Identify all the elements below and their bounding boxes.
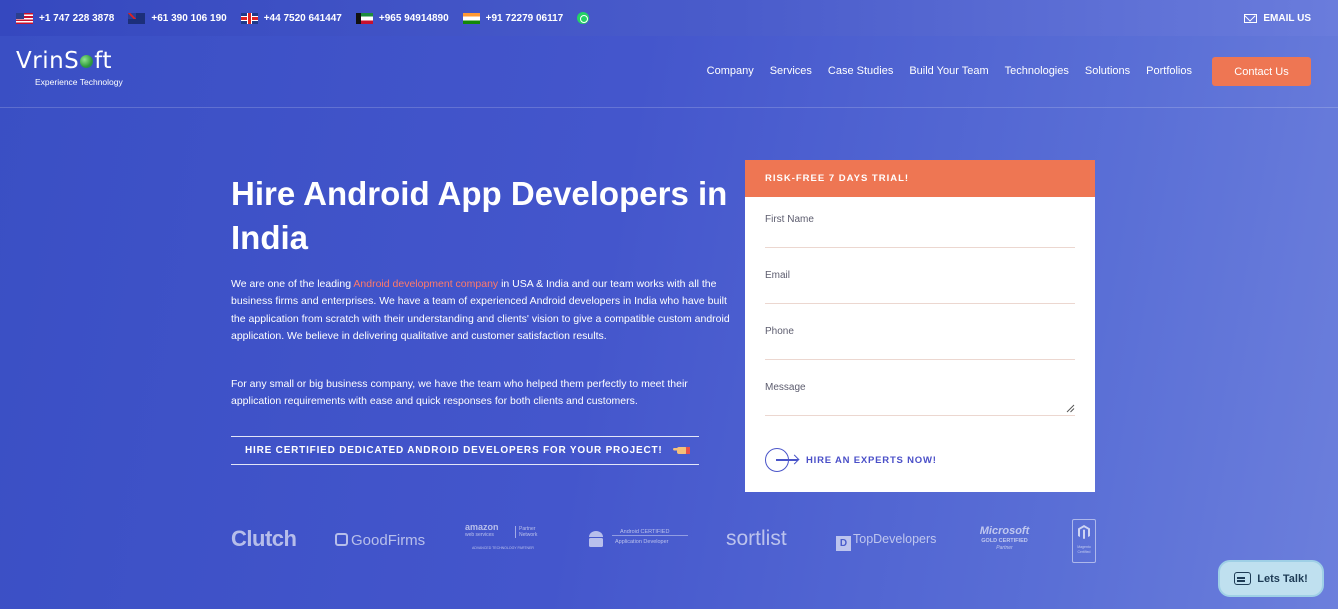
kw-flag-icon	[355, 12, 373, 24]
logo-wordmark: VrinS ft	[16, 48, 112, 74]
nav-build-your-team[interactable]: Build Your Team	[909, 65, 988, 77]
lets-talk-label: Lets Talk!	[1257, 572, 1308, 585]
phone-us-number: +1 747 228 3878	[39, 12, 115, 24]
site-logo[interactable]: VrinS ft Experience Technology	[16, 48, 136, 96]
sortlist-logo: sortlist	[726, 527, 787, 550]
lets-talk-chat-button[interactable]: Lets Talk!	[1218, 560, 1324, 597]
main-navbar: VrinS ft Experience Technology Company Se…	[0, 36, 1338, 108]
first-name-field[interactable]: First Name	[765, 212, 1075, 248]
magento-icon	[1078, 525, 1090, 539]
nav-solutions[interactable]: Solutions	[1085, 65, 1130, 77]
microsoft-gold-partner-logo: Microsoft GOLD CERTIFIED Partner	[979, 525, 1030, 551]
magento-certified-logo: Magento Certified	[1072, 519, 1096, 563]
globe-icon	[80, 55, 94, 68]
email-placeholder: Email	[765, 270, 791, 281]
hire-developers-cta[interactable]: HIRE CERTIFIED DEDICATED ANDROID DEVELOP…	[231, 436, 699, 465]
chat-bubble-icon	[1234, 572, 1252, 585]
hero-second-paragraph: For any small or big business company, w…	[231, 378, 688, 408]
android-robot-icon	[589, 531, 603, 547]
phone-field[interactable]: Phone	[765, 324, 1075, 360]
trial-form: RISK-FREE 7 DAYS TRIAL! First Name Email…	[745, 160, 1095, 492]
au-flag-icon	[128, 12, 146, 24]
nav-portfolios[interactable]: Portfolios	[1146, 65, 1192, 77]
contact-us-button[interactable]: Contact Us	[1212, 57, 1311, 86]
topdevelopers-logo: D TopDevelopers	[836, 532, 936, 551]
nav-menu: Company Services Case Studies Build Your…	[691, 36, 1192, 106]
nav-services[interactable]: Services	[770, 65, 812, 77]
phone-us[interactable]: +1 747 228 3878	[16, 12, 115, 24]
partner-logos: Clutch GoodFirms amazon web services Par…	[0, 515, 1338, 565]
hero-title: Hire Android App Developers in India	[231, 175, 728, 256]
nav-technologies[interactable]: Technologies	[1005, 65, 1069, 77]
phone-in[interactable]: +91 72279 06117	[462, 12, 564, 24]
topdevelopers-badge-icon: D	[836, 536, 851, 551]
hero-intro-paragraph: We are one of the leading Android develo…	[231, 278, 730, 342]
phone-uk[interactable]: +44 7520 641447	[240, 12, 342, 24]
logo-tagline: Experience Technology	[35, 77, 123, 87]
phone-placeholder: Phone	[765, 326, 794, 337]
mail-icon	[1244, 13, 1258, 23]
uk-flag-icon	[240, 12, 258, 24]
aws-partner-logo: amazon web services Partner Network ADVA…	[465, 522, 538, 551]
phone-in-number: +91 72279 06117	[485, 12, 564, 24]
trial-form-header: RISK-FREE 7 DAYS TRIAL!	[745, 160, 1095, 197]
goodfirms-badge-icon	[335, 533, 348, 546]
phone-au-number: +61 390 106 190	[151, 12, 227, 24]
hire-expert-submit-button[interactable]: HIRE AN EXPERTS NOW!	[765, 448, 937, 472]
email-field[interactable]: Email	[765, 268, 1075, 304]
hire-developers-cta-label: HIRE CERTIFIED DEDICATED ANDROID DEVELOP…	[245, 445, 663, 456]
goodfirms-logo: GoodFirms	[335, 532, 425, 549]
nav-company[interactable]: Company	[707, 65, 754, 77]
clutch-logo: Clutch	[231, 526, 297, 551]
hire-expert-submit-label: HIRE AN EXPERTS NOW!	[806, 454, 937, 466]
phone-kw-number: +965 94914890	[378, 12, 449, 24]
android-development-link[interactable]: Android development company	[353, 278, 498, 290]
phone-au[interactable]: +61 390 106 190	[128, 12, 227, 24]
phone-uk-number: +44 7520 641447	[263, 12, 342, 24]
arrow-circle-icon	[765, 448, 798, 472]
message-placeholder: Message	[765, 382, 806, 393]
top-contact-bar: +1 747 228 3878 +61 390 106 190 +44 7520…	[0, 0, 1338, 36]
whatsapp-icon[interactable]	[577, 12, 590, 24]
in-flag-icon	[462, 12, 480, 24]
nav-case-studies[interactable]: Case Studies	[828, 65, 893, 77]
android-certified-logo: Android CERTIFIED Application Developer	[585, 527, 690, 553]
email-us-link[interactable]: EMAIL US	[1244, 0, 1311, 36]
phone-kw[interactable]: +965 94914890	[355, 12, 449, 24]
pointing-hand-icon	[673, 447, 690, 454]
email-us-label: EMAIL US	[1263, 12, 1311, 24]
resize-handle-icon[interactable]	[1066, 404, 1075, 413]
us-flag-icon	[16, 12, 33, 24]
message-field[interactable]: Message	[765, 380, 1075, 416]
first-name-placeholder: First Name	[765, 214, 814, 225]
